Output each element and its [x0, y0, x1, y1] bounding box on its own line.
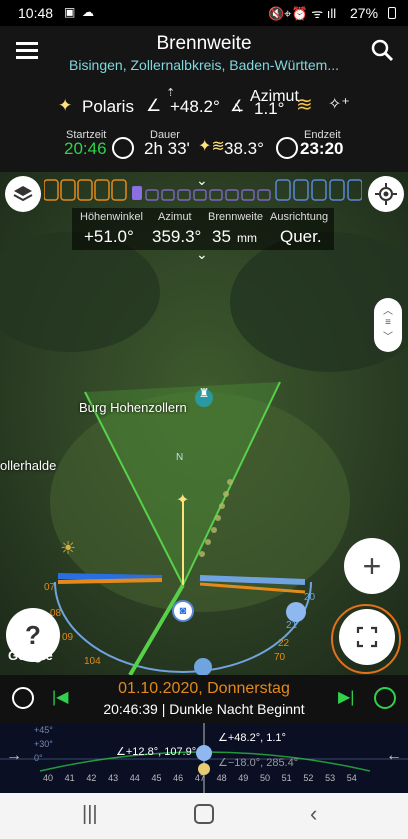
hour-label: 70	[274, 652, 286, 663]
signal-icons: 🔇⌖⏰ ᯤ ıll	[268, 6, 337, 21]
timeline-tick-label: 46	[173, 773, 184, 783]
layers-button[interactable]	[5, 176, 41, 212]
hour-label: 09	[62, 632, 74, 643]
skip-forward-icon[interactable]: ▶|	[338, 687, 354, 707]
elevation-icon: ∠	[146, 96, 162, 115]
header: Brennweite Bisingen, Zollernalbkreis, Ba…	[0, 26, 408, 172]
panel-elev-value: +51.0°	[84, 227, 134, 246]
timeline-label-low: ∠−18.0°, 285.4°	[218, 757, 299, 769]
clock-icon-end	[276, 137, 298, 159]
azimuth-icon: ∡	[230, 98, 245, 115]
arc-icon: ✦≋	[198, 138, 225, 155]
battery-text: 27%	[350, 5, 379, 21]
hour-label: 20	[304, 592, 316, 603]
timeline-tick-label: 40	[42, 773, 53, 783]
start-value[interactable]: 20:46	[64, 139, 107, 159]
timeline-tick-label: 47	[194, 773, 205, 783]
camera-pin-icon[interactable]: ◙	[172, 600, 194, 622]
recent-apps-icon[interactable]: |||	[82, 803, 98, 826]
end-value[interactable]: 23:20	[300, 139, 343, 159]
timeline-tick-label: 44	[129, 773, 140, 783]
scroll-right-icon[interactable]: ←	[386, 747, 402, 765]
panel-focal-value[interactable]: 35	[212, 227, 231, 247]
google-logo: Google	[8, 648, 53, 663]
star-name[interactable]: Polaris	[82, 97, 134, 117]
gallery-icon: ▣	[64, 5, 76, 19]
date-bar: |◀ 01.10.2020, Donnerstag 20:46:39 | Dun…	[0, 675, 408, 723]
timeline-tick-label: 54	[346, 773, 357, 783]
star-trail-icon[interactable]: ≋	[296, 92, 313, 117]
place-label: ollerhalde	[0, 458, 57, 473]
castle-pin-icon[interactable]: ♜	[193, 386, 215, 412]
timeline-tick-label: 49	[238, 773, 249, 783]
panel-elev-label: Höhenwinkel	[80, 211, 143, 223]
elevation-value: +48.2°	[170, 97, 220, 116]
hour-label: 21	[286, 620, 298, 631]
alt-label: +45°	[34, 725, 53, 735]
hour-label: 104	[84, 656, 101, 667]
alt-label: +30°	[34, 739, 53, 749]
zoom-in-button[interactable]: +	[344, 538, 400, 594]
timeline-tick-label: 41	[64, 773, 75, 783]
panel-focal-label: Brennweite	[208, 211, 264, 223]
hour-label: 22	[278, 638, 290, 649]
home-icon[interactable]	[194, 804, 214, 824]
timeline-tick-label: 43	[108, 773, 119, 783]
timeline-tick-label: 48	[216, 773, 227, 783]
timeline-tick-label: 52	[303, 773, 314, 783]
status-time: 10:48	[18, 5, 54, 21]
timeline-tick-label: 53	[325, 773, 336, 783]
panel-orient-label: Ausrichtung	[270, 211, 329, 223]
panel-focal-unit: mm	[237, 231, 257, 245]
scroll-left-icon[interactable]: →	[6, 747, 22, 765]
zoom-slider[interactable]: ︿ ≡ ﹀	[374, 298, 402, 352]
duration-value: 2h 33'	[144, 139, 190, 158]
timeline-tick-label: 45	[151, 773, 162, 783]
timeline-label-mid: ∠+12.8°, 107.9°	[116, 746, 197, 758]
locate-button[interactable]	[368, 176, 404, 212]
map-view[interactable]: ⌄ Höhenwinkel +51.0° Azimut 359.3° Brenn…	[0, 172, 408, 675]
fullscreen-button[interactable]	[339, 609, 395, 665]
info-panel: Höhenwinkel +51.0° Azimut 359.3° Brennwe…	[72, 208, 334, 250]
navigation-bar: ||| ‹	[0, 793, 408, 839]
back-icon[interactable]: ‹	[310, 801, 317, 827]
panel-azimut-label: Azimut	[158, 211, 192, 223]
chevron-down-icon[interactable]: ⌄	[196, 172, 208, 189]
panel-orient-value[interactable]: Quer.	[280, 227, 322, 247]
search-icon[interactable]	[370, 38, 394, 68]
timeline-label-top: ∠+48.2°, 1.1°	[218, 732, 286, 744]
layers-icon	[13, 186, 33, 202]
sun-icon: ☀	[60, 538, 77, 558]
calendar-icon[interactable]	[374, 687, 396, 709]
sparkle-icon[interactable]: ✧⁺	[328, 94, 350, 114]
fullscreen-icon	[356, 626, 378, 648]
star-icon: ✦	[58, 96, 73, 115]
clock-icon	[112, 137, 134, 159]
cloud-icon: ☁	[82, 5, 94, 19]
hour-label: 07	[44, 582, 56, 593]
timeline-tick-label: 50	[259, 773, 270, 783]
timeline-tick-label: 42	[86, 773, 97, 783]
crosshair-icon	[375, 183, 397, 205]
alt-label: 0°	[34, 753, 43, 763]
polaris-marker-icon: ✦	[176, 492, 190, 509]
battery-icon	[388, 7, 396, 19]
arc-value: 38.3°	[224, 139, 264, 158]
timeline-tick-label: 51	[281, 773, 292, 783]
page-title: Brennweite	[156, 33, 252, 54]
azimuth-value: 1.1°	[254, 99, 285, 118]
panel-azimut-value: 359.3°	[152, 227, 202, 246]
status-bar: 10:48 ▣ ☁ 🔇⌖⏰ ᯤ ıll 27%	[0, 0, 408, 26]
timeline[interactable]: → ← +45° +30° 0° ∠+48.2°, 1.1° ∠+12.8°, …	[0, 723, 408, 793]
north-label: N	[176, 452, 184, 463]
location-subtitle[interactable]: Bisingen, Zollernalbkreis, Baden-Württem…	[0, 57, 408, 73]
castle-label[interactable]: Burg Hohenzollern	[79, 400, 187, 415]
chevron-down-icon-panel[interactable]: ⌄	[196, 246, 208, 263]
